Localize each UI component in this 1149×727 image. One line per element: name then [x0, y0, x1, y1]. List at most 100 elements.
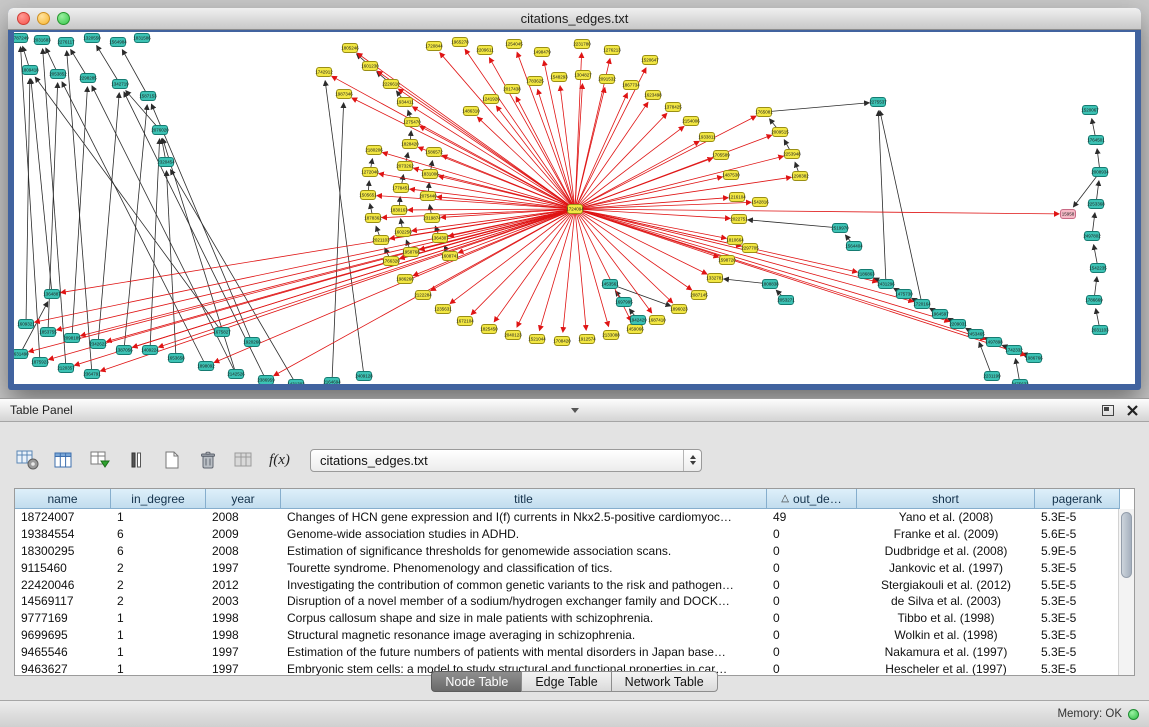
graph-node[interactable]: 1808838: [761, 280, 779, 289]
graph-edge[interactable]: [575, 209, 707, 274]
graph-node[interactable]: 1598720: [718, 256, 736, 265]
toggle-columns-icon[interactable]: [50, 447, 77, 474]
graph-node[interactable]: 1602250: [394, 228, 412, 237]
minimize-window-button[interactable]: [37, 12, 50, 25]
import-table-icon[interactable]: [86, 447, 113, 474]
table-row[interactable]: 911546021997Tourette syndrome. Phenomeno…: [15, 559, 1118, 576]
graph-edge[interactable]: [21, 47, 40, 362]
graph-node[interactable]: 2409128: [355, 372, 373, 381]
table-disabled-icon[interactable]: [230, 447, 257, 474]
graph-node[interactable]: 1276213: [603, 46, 621, 55]
column-header-name[interactable]: name: [15, 489, 111, 509]
column-header-out_degree[interactable]: △out_de…: [767, 489, 857, 509]
graph-node[interactable]: 2022751: [730, 215, 748, 224]
graph-node[interactable]: 2186863: [857, 270, 875, 279]
network-graph[interactable]: 1724094180524616012302226610193441112754…: [14, 32, 1135, 384]
graph-node[interactable]: 2209031: [949, 320, 967, 329]
graph-node[interactable]: 2008934: [1091, 168, 1109, 177]
close-window-button[interactable]: [17, 12, 30, 25]
graph-node[interactable]: 2253948: [783, 150, 801, 159]
graph-node[interactable]: 1653658: [167, 354, 185, 363]
graph-edge[interactable]: [878, 111, 886, 284]
graph-node[interactable]: 1364307: [431, 234, 449, 243]
graph-edge[interactable]: [563, 209, 575, 332]
table-row[interactable]: 2242004622012Investigating the contribut…: [15, 576, 1118, 593]
graph-node[interactable]: 1505651: [359, 191, 377, 200]
graph-edge[interactable]: [575, 141, 699, 209]
graph-node[interactable]: 1675827: [213, 328, 231, 337]
table-row[interactable]: 946554611997Estimation of the future num…: [15, 643, 1118, 660]
graph-node[interactable]: 1720844: [425, 42, 443, 51]
table-row[interactable]: 1872400712008Changes of HCN gene express…: [15, 509, 1118, 526]
graph-node[interactable]: 2133088: [602, 331, 620, 340]
graph-node[interactable]: 1298382: [791, 172, 809, 181]
graph-node[interactable]: 1986260: [396, 275, 414, 284]
graph-node[interactable]: 1542816: [751, 198, 769, 207]
graph-node[interactable]: 1342719: [111, 80, 129, 89]
graph-node[interactable]: 1378425: [664, 103, 682, 112]
graph-node[interactable]: 1765081: [755, 108, 773, 117]
graph-node[interactable]: 1564404: [845, 242, 863, 251]
column-header-pagerank[interactable]: pagerank: [1035, 489, 1120, 509]
graph-node[interactable]: 1830163: [390, 206, 408, 215]
graph-node[interactable]: 1853755: [39, 328, 57, 337]
graph-edge[interactable]: [575, 209, 741, 246]
graph-node[interactable]: 1920260: [243, 338, 261, 347]
tab-edge-table[interactable]: Edge Table: [521, 671, 611, 692]
graph-node[interactable]: 1810664: [726, 236, 744, 245]
graph-node[interactable]: 2475633: [1011, 380, 1029, 385]
graph-node[interactable]: 1720164: [913, 300, 931, 309]
table-body[interactable]: 1872400712008Changes of HCN gene express…: [15, 509, 1118, 675]
graph-node[interactable]: 1304827: [574, 71, 592, 80]
graph-node[interactable]: 1958768: [402, 248, 420, 257]
graph-node[interactable]: 1875923: [31, 358, 49, 367]
graph-node[interactable]: 2297705: [741, 244, 759, 253]
graph-node[interactable]: 1878362: [364, 214, 382, 223]
graph-node[interactable]: 1254045: [505, 40, 523, 49]
graph-edge[interactable]: [166, 171, 176, 358]
delete-column-icon[interactable]: [194, 447, 221, 474]
float-panel-icon[interactable]: [1102, 405, 1114, 416]
table-row[interactable]: 1456911722003Disruption of a novel membe…: [15, 593, 1118, 610]
graph-node[interactable]: 1778451: [392, 184, 410, 193]
close-panel-icon[interactable]: [1126, 404, 1139, 417]
graph-node[interactable]: 2031683: [33, 36, 51, 45]
graph-node[interactable]: 2075440: [419, 192, 437, 201]
graph-node[interactable]: 1409224: [141, 346, 159, 355]
graph-node[interactable]: 2053271: [777, 296, 795, 305]
graph-node[interactable]: 1275470: [403, 118, 421, 127]
graph-edge[interactable]: [35, 209, 575, 322]
graph-node[interactable]: 1742332: [1005, 346, 1023, 355]
graph-edge[interactable]: [26, 79, 30, 324]
graph-edge[interactable]: [124, 92, 266, 380]
graph-node[interactable]: 1497898: [985, 338, 1003, 347]
table-row[interactable]: 1830029562008Estimation of significance …: [15, 543, 1118, 560]
graph-node[interactable]: 1783625: [526, 77, 544, 86]
graph-node[interactable]: 1431393: [287, 380, 305, 385]
graph-node[interactable]: 2497802: [1083, 232, 1101, 241]
graph-node[interactable]: 2253368: [1087, 200, 1105, 209]
graph-node[interactable]: 1708420: [553, 337, 571, 346]
graph-node[interactable]: 2319874: [423, 214, 441, 223]
tab-node-table[interactable]: Node Table: [431, 671, 522, 692]
row-height-icon[interactable]: [122, 447, 149, 474]
graph-edge[interactable]: [75, 209, 575, 365]
graph-node[interactable]: 1912574: [578, 335, 596, 344]
graph-edge[interactable]: [413, 107, 575, 209]
graph-node[interactable]: 1697995: [615, 298, 633, 307]
graph-node[interactable]: 1867734: [622, 81, 640, 90]
graph-node[interactable]: 2073262: [396, 162, 414, 171]
graph-node[interactable]: 2098189: [63, 334, 81, 343]
graph-edge[interactable]: [575, 93, 627, 209]
table-row[interactable]: 1938455462009Genome-wide association stu…: [15, 526, 1118, 543]
graph-node[interactable]: 1786669: [1085, 296, 1103, 305]
graph-node[interactable]: 1742912: [315, 68, 333, 77]
column-header-in_degree[interactable]: in_degree: [111, 489, 206, 509]
graph-node[interactable]: 1459066: [626, 325, 644, 334]
graph-node[interactable]: 1548293: [550, 73, 568, 82]
graph-node[interactable]: 2142526: [227, 370, 245, 379]
graph-node[interactable]: 1453561: [601, 280, 619, 289]
graph-node[interactable]: 1987346: [335, 90, 353, 99]
graph-node[interactable]: 1608741: [441, 252, 459, 261]
tab-network-table[interactable]: Network Table: [611, 671, 718, 692]
